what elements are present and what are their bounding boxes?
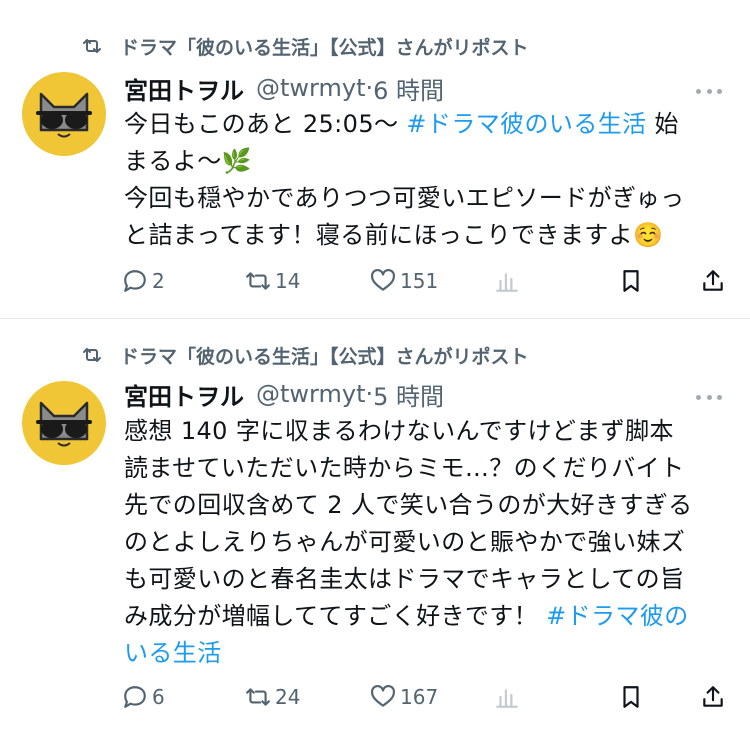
heart-icon: [371, 684, 395, 707]
tweet-2[interactable]: ドラマ「彼のいる生活」【公式】さんがリポスト 宮田トヲル @twrmyt · 5…: [0, 319, 750, 729]
repost-label[interactable]: ドラマ「彼のいる生活」【公式】さんがリポスト: [120, 33, 529, 60]
views-icon: [496, 689, 518, 708]
views-button[interactable]: [494, 266, 520, 296]
share-icon: [703, 270, 723, 291]
like-count: 151: [400, 269, 439, 293]
reply-count: 2: [152, 269, 165, 293]
tweet-text: 感想 140 字に収まるわけないんですけどまず脚本 読ませていただいた時からミモ…: [124, 417, 693, 667]
retweet-count: 24: [275, 685, 301, 709]
display-name[interactable]: 宮田トヲル: [124, 377, 244, 412]
hashtag-link-continued[interactable]: いる生活: [124, 639, 222, 667]
reply-button[interactable]: 2: [122, 266, 165, 296]
reply-icon: [124, 686, 146, 708]
cat-avatar-icon: [36, 92, 92, 138]
share-icon: [703, 686, 723, 707]
repost-indicator: ドラマ「彼のいる生活」【公式】さんがリポスト: [80, 342, 529, 368]
tweet-actions: 6 24 167: [122, 682, 728, 712]
tweet-actions: 2 14 151: [122, 266, 728, 296]
reply-button[interactable]: 6: [122, 682, 165, 712]
bookmark-button[interactable]: [618, 682, 644, 712]
share-button[interactable]: [700, 266, 726, 296]
views-icon: [496, 273, 518, 292]
bookmark-icon: [623, 270, 639, 292]
heart-icon: [371, 268, 395, 291]
separator-dot: ·: [365, 74, 374, 102]
repost-icon: [246, 272, 270, 290]
bookmark-button[interactable]: [618, 266, 644, 296]
share-button[interactable]: [700, 682, 726, 712]
like-count: 167: [400, 685, 439, 709]
repost-icon: [83, 39, 101, 53]
avatar[interactable]: [22, 381, 106, 465]
timestamp[interactable]: 5 時間: [373, 377, 444, 412]
retweet-button[interactable]: 24: [245, 682, 300, 712]
more-icon[interactable]: [696, 78, 722, 104]
separator-dot: ·: [365, 380, 374, 408]
hashtag-link[interactable]: #ドラマ彼の: [546, 602, 689, 630]
repost-label[interactable]: ドラマ「彼のいる生活」【公式】さんがリポスト: [120, 342, 529, 369]
tweet-text: 今日もこのあと 25:05～ #ドラマ彼のいる生活 始 まるよ～🌿 今回も穏やか…: [124, 110, 685, 249]
reply-icon: [124, 270, 146, 292]
user-handle[interactable]: @twrmyt: [256, 74, 365, 102]
cat-avatar-icon: [36, 401, 92, 447]
tweet-header: 宮田トヲル @twrmyt · 5 時間: [124, 377, 444, 411]
repost-indicator: ドラマ「彼のいる生活」【公式】さんがリポスト: [80, 33, 529, 59]
tweet-header: 宮田トヲル @twrmyt · 6 時間: [124, 71, 444, 105]
display-name[interactable]: 宮田トヲル: [124, 71, 244, 106]
more-icon[interactable]: [696, 384, 722, 410]
timestamp[interactable]: 6 時間: [373, 71, 444, 106]
retweet-button[interactable]: 14: [245, 266, 300, 296]
repost-icon: [83, 348, 101, 362]
retweet-count: 14: [275, 269, 301, 293]
avatar[interactable]: [22, 72, 106, 156]
views-button[interactable]: [494, 682, 520, 712]
repost-icon: [246, 688, 270, 706]
like-button[interactable]: 167: [370, 682, 438, 712]
bookmark-icon: [623, 686, 639, 708]
user-handle[interactable]: @twrmyt: [256, 380, 365, 408]
reply-count: 6: [152, 685, 165, 709]
tweet-1[interactable]: ドラマ「彼のいる生活」【公式】さんがリポスト 宮田トヲル @twrmyt · 6…: [0, 0, 750, 318]
like-button[interactable]: 151: [370, 266, 438, 296]
hashtag-link[interactable]: #ドラマ彼のいる生活: [406, 110, 646, 138]
